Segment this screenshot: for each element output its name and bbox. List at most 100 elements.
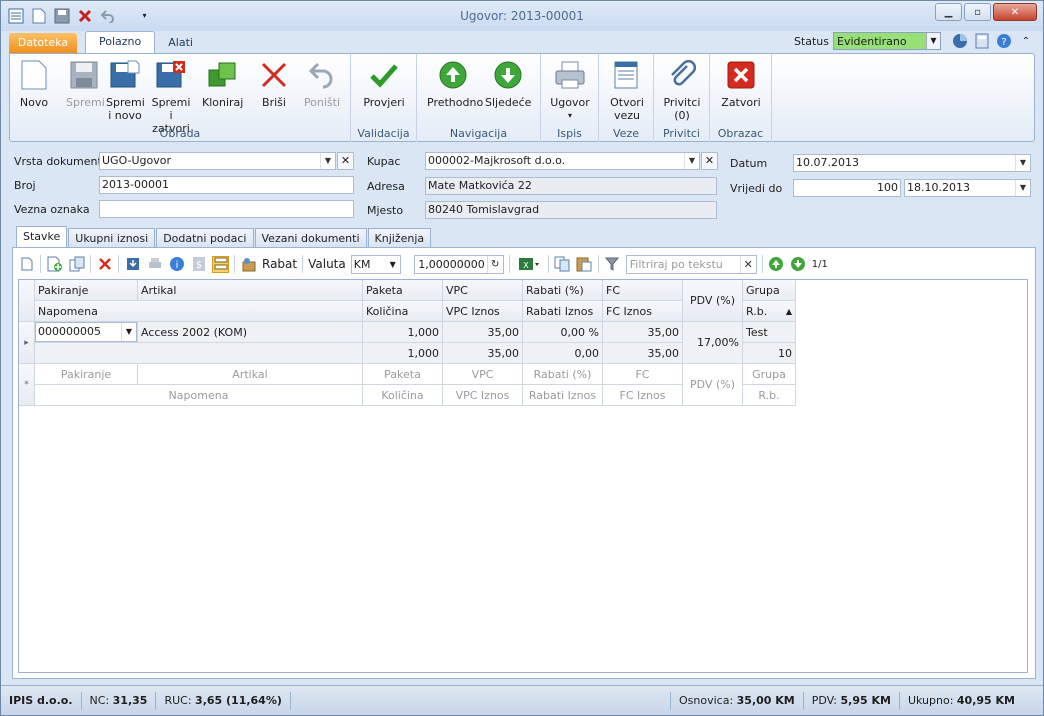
copy-icon[interactable] <box>554 256 571 273</box>
kloniraj-button[interactable]: Kloniraj <box>202 58 243 109</box>
zatvori-button[interactable]: Zatvori <box>718 58 764 109</box>
tab-datoteka[interactable]: Datoteka <box>9 33 77 53</box>
vezna-oznaka-input[interactable] <box>99 200 354 218</box>
chevron-down-icon[interactable]: ▼ <box>386 256 400 273</box>
tab-ukupni-iznosi[interactable]: Ukupni iznosi <box>68 228 156 248</box>
chevron-down-icon[interactable]: ▼ <box>121 323 136 341</box>
tab-dodatni-podaci[interactable]: Dodatni podaci <box>156 228 254 248</box>
layout-toggle-icon[interactable] <box>212 255 229 273</box>
col-rb-header[interactable]: R.b. ▲ <box>743 301 796 322</box>
new-artikal-cell[interactable]: Artikal <box>138 364 363 385</box>
pie-chart-icon[interactable] <box>951 32 969 50</box>
chevron-down-icon[interactable]: ▼ <box>684 153 699 169</box>
prev-record-icon[interactable] <box>768 256 785 273</box>
add-row-icon[interactable] <box>46 256 63 273</box>
col-grupa-header[interactable]: Grupa <box>743 280 796 301</box>
status-select[interactable]: Evidentirano ▼ <box>833 32 941 50</box>
import-icon[interactable] <box>124 256 141 273</box>
sljedece-button[interactable]: Sljedeće <box>485 58 531 109</box>
rabati-iznos-cell[interactable]: 0,00 <box>523 343 603 364</box>
col-paketa-header[interactable]: Paketa <box>363 280 443 301</box>
help-icon[interactable]: ? <box>995 32 1013 50</box>
new-fc-cell[interactable]: FC <box>603 364 683 385</box>
col-rabati-iznos-header[interactable]: Rabati Iznos <box>523 301 603 322</box>
vpc-iznos-cell[interactable]: 35,00 <box>443 343 523 364</box>
calculator-icon[interactable] <box>973 32 991 50</box>
new-fc-iznos-cell[interactable]: FC Iznos <box>603 385 683 406</box>
refresh-icon[interactable]: ↻ <box>486 255 503 273</box>
new-row-indicator[interactable]: * <box>19 364 35 406</box>
pdv-cell[interactable]: 17,00% <box>683 322 743 364</box>
tab-knjizenja[interactable]: Knjiženja <box>367 228 432 248</box>
pakiranje-select[interactable]: 000000005 ▼ <box>35 322 137 342</box>
chevron-down-icon[interactable]: ▼ <box>1015 155 1030 171</box>
brisi-button[interactable]: Briši <box>256 58 292 109</box>
col-vpc-header[interactable]: VPC <box>443 280 523 301</box>
new-vpc-iznos-cell[interactable]: VPC Iznos <box>443 385 523 406</box>
filter-input[interactable]: Filtriraj po tekstu ✕ <box>625 254 757 274</box>
paste-icon[interactable] <box>576 256 593 273</box>
chevron-down-icon[interactable]: ▼ <box>320 153 335 169</box>
collapse-ribbon-icon[interactable]: ⌃ <box>1017 32 1035 50</box>
col-napomena-header[interactable]: Napomena <box>35 301 363 322</box>
col-kolicina-header[interactable]: Količina <box>363 301 443 322</box>
col-fc-header[interactable]: FC <box>603 280 683 301</box>
ponisti-button[interactable]: Poništi <box>302 58 342 109</box>
privitci-button[interactable]: Privitci (0) <box>660 58 704 122</box>
paketa-cell[interactable]: 1,000 <box>363 322 443 343</box>
new-kolicina-cell[interactable]: Količina <box>363 385 443 406</box>
col-rabati-header[interactable]: Rabati (%) <box>523 280 603 301</box>
discount-icon[interactable] <box>240 256 257 273</box>
tab-vezani-dokumenti[interactable]: Vezani dokumenti <box>254 228 367 248</box>
rabati-cell[interactable]: 0,00 % <box>523 322 603 343</box>
grupa-cell[interactable]: Test <box>743 322 796 343</box>
new-rb-cell[interactable]: R.b. <box>743 385 796 406</box>
vrijedi-do-picker[interactable]: 18.10.2013 ▼ <box>904 179 1031 197</box>
new-napomena-cell[interactable]: Napomena <box>35 385 363 406</box>
delete-row-icon[interactable] <box>96 256 113 273</box>
spremi-button[interactable]: Spremi <box>66 58 105 109</box>
maximize-button[interactable]: ▫ <box>964 3 991 21</box>
fc-iznos-cell[interactable]: 35,00 <box>603 343 683 364</box>
tab-polazno[interactable]: Polazno <box>85 31 156 53</box>
valuta-select[interactable]: KM ▼ <box>350 254 401 274</box>
copy-row-icon[interactable] <box>68 256 85 273</box>
clear-vrsta-button[interactable]: ✕ <box>337 152 354 170</box>
tab-alati[interactable]: Alati <box>155 33 206 53</box>
vpc-cell[interactable]: 35,00 <box>443 322 523 343</box>
kolicina-cell[interactable]: 1,000 <box>363 343 443 364</box>
novo-button[interactable]: Novo <box>16 58 52 109</box>
rb-cell[interactable]: 10 <box>743 343 796 364</box>
kupac-select[interactable]: 000002-Majkrosoft d.o.o. ▼ <box>425 152 700 170</box>
price-icon[interactable]: $ <box>190 256 207 273</box>
col-artikal-header[interactable]: Artikal <box>138 280 363 301</box>
clear-kupac-button[interactable]: ✕ <box>701 152 718 170</box>
datum-picker[interactable]: 10.07.2013 ▼ <box>793 154 1031 172</box>
broj-input[interactable]: 2013-00001 <box>99 176 354 194</box>
artikal-cell[interactable]: Access 2002 (KOM) <box>138 322 363 343</box>
provjeri-button[interactable]: Provjeri <box>361 58 407 109</box>
minimize-button[interactable]: ▁ <box>935 3 962 21</box>
new-grupa-cell[interactable]: Grupa <box>743 364 796 385</box>
col-pdv-header[interactable]: PDV (%) <box>683 280 743 322</box>
col-pakiranje-header[interactable]: Pakiranje <box>35 280 138 301</box>
new-row-icon[interactable] <box>18 256 35 273</box>
next-record-icon[interactable] <box>790 256 807 273</box>
tab-stavke[interactable]: Stavke <box>16 226 68 248</box>
vrijedi-do-days-input[interactable]: 100 <box>793 179 901 197</box>
napomena-cell[interactable] <box>35 343 363 364</box>
spremi-i-novo-button[interactable]: Spremi i novo <box>106 58 145 122</box>
otvori-vezu-button[interactable]: Otvori vezu <box>605 58 649 122</box>
new-pdv-cell[interactable]: PDV (%) <box>683 364 743 406</box>
col-vpc-iznos-header[interactable]: VPC Iznos <box>443 301 523 322</box>
chevron-down-icon[interactable]: ▼ <box>926 33 940 49</box>
current-row-indicator[interactable]: ▸ <box>19 322 35 364</box>
export-excel-icon[interactable]: X <box>515 256 543 273</box>
prethodno-button[interactable]: Prethodno <box>427 58 483 109</box>
new-vpc-cell[interactable]: VPC <box>443 364 523 385</box>
rabat-button[interactable]: Rabat <box>262 257 297 271</box>
clear-filter-icon[interactable]: ✕ <box>739 255 756 273</box>
col-fc-iznos-header[interactable]: FC Iznos <box>603 301 683 322</box>
tecaj-input[interactable]: 1,00000000 ↻ <box>413 254 504 274</box>
new-rabati-cell[interactable]: Rabati (%) <box>523 364 603 385</box>
